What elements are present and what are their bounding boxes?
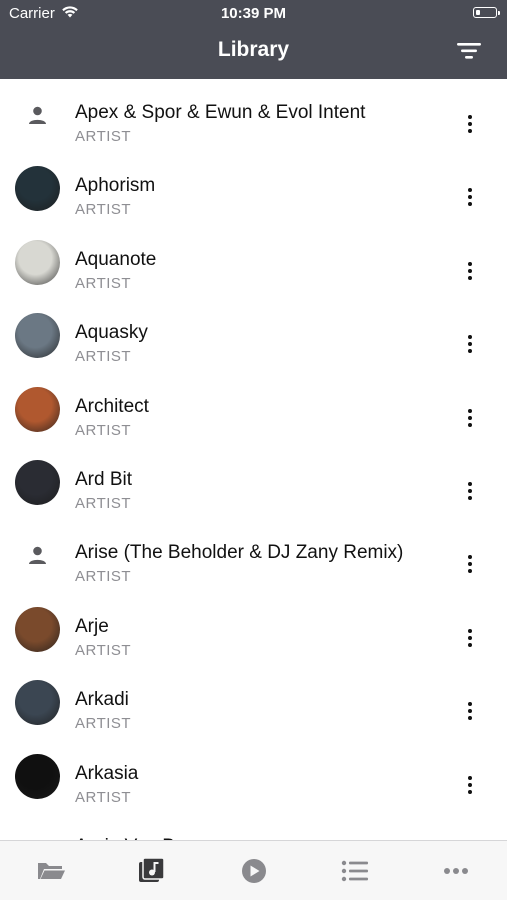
navigation-bar: Carrier 10:39 PM Library — [0, 0, 507, 79]
more-options-icon[interactable] — [458, 626, 482, 650]
artist-row[interactable]: Aphorism ARTIST — [0, 152, 507, 225]
artist-row[interactable]: Aquasky ARTIST — [0, 299, 507, 372]
artist-name: Arkasia — [75, 762, 139, 784]
tab-playlists[interactable] — [339, 857, 371, 885]
more-options-icon[interactable] — [458, 332, 482, 356]
tab-bar — [0, 840, 507, 900]
artist-row[interactable]: Ard Bit ARTIST — [0, 446, 507, 519]
music-library-icon — [139, 857, 165, 882]
artist-avatar — [15, 313, 60, 359]
artist-row[interactable]: Apex & Spor & Ewun & Evol Intent ARTIST — [0, 79, 507, 152]
more-options-icon[interactable] — [458, 552, 482, 576]
more-options-icon[interactable] — [458, 699, 482, 723]
more-options-icon[interactable] — [458, 773, 482, 797]
tab-more[interactable] — [440, 857, 472, 885]
artist-name: Aquanote — [75, 248, 157, 270]
artist-row[interactable]: Arje ARTIST — [0, 593, 507, 666]
artist-name: Ard Bit — [75, 468, 133, 490]
battery-icon — [473, 7, 500, 18]
artist-name: Apex & Spor & Ewun & Evol Intent — [75, 102, 366, 123]
item-type-label: ARTIST — [75, 348, 132, 366]
item-type-label: ARTIST — [75, 568, 132, 586]
artist-avatar — [15, 459, 60, 505]
item-type-label: ARTIST — [75, 128, 132, 145]
artist-row[interactable]: Arise (The Beholder & DJ Zany Remix) ARTI… — [0, 519, 507, 592]
item-type-label: ARTIST — [75, 641, 132, 659]
artist-avatar — [15, 239, 60, 285]
more-options-icon[interactable] — [458, 112, 482, 136]
artist-row[interactable]: Aquanote ARTIST — [0, 226, 507, 299]
person-icon — [15, 93, 60, 138]
artist-row[interactable]: Arkasia ARTIST — [0, 740, 507, 813]
artist-name: Arkadi — [75, 689, 129, 711]
person-icon — [15, 533, 60, 578]
artist-avatar — [15, 166, 60, 212]
play-icon — [242, 859, 266, 883]
filter-icon[interactable] — [455, 40, 483, 62]
artist-avatar — [15, 606, 60, 652]
page-title: Library — [217, 38, 290, 61]
artist-list[interactable]: Apex & Spor & Ewun & Evol Intent ARTIST Ap… — [0, 79, 507, 840]
tab-now-playing[interactable] — [238, 857, 270, 885]
more-icon — [444, 868, 468, 874]
artist-name: Arise (The Beholder & DJ Zany Remix) — [75, 542, 404, 564]
artist-row[interactable]: Arnie Van BurenARTIST — [0, 813, 507, 840]
more-options-icon[interactable] — [458, 406, 482, 430]
folder-icon — [38, 863, 65, 879]
artist-avatar — [15, 680, 60, 726]
artist-name: Aquasky — [75, 322, 148, 344]
artist-row[interactable]: Arkadi ARTIST — [0, 666, 507, 739]
artist-row[interactable]: Architect ARTIST — [0, 373, 507, 446]
item-type-label: ARTIST — [75, 201, 132, 219]
artist-name: Arje — [75, 615, 109, 637]
person-icon — [15, 827, 60, 840]
status-bar: Carrier 10:39 PM — [0, 0, 507, 28]
list-icon — [341, 860, 368, 882]
more-options-icon[interactable] — [458, 259, 482, 283]
item-type-label: ARTIST — [75, 788, 132, 806]
tab-folders[interactable] — [35, 857, 67, 885]
item-type-label: ARTIST — [75, 494, 132, 512]
artist-avatar — [15, 753, 60, 799]
tab-library[interactable] — [136, 857, 168, 885]
more-options-icon[interactable] — [458, 479, 482, 503]
item-type-label: ARTIST — [75, 274, 132, 292]
item-type-label: ARTIST — [75, 715, 132, 733]
item-type-label: ARTIST — [75, 421, 132, 439]
status-time: 10:39 PM — [220, 5, 287, 22]
more-options-icon[interactable] — [458, 185, 482, 209]
artist-name: Architect — [75, 395, 149, 417]
artist-avatar — [15, 386, 60, 432]
artist-name: Aphorism — [75, 175, 156, 197]
